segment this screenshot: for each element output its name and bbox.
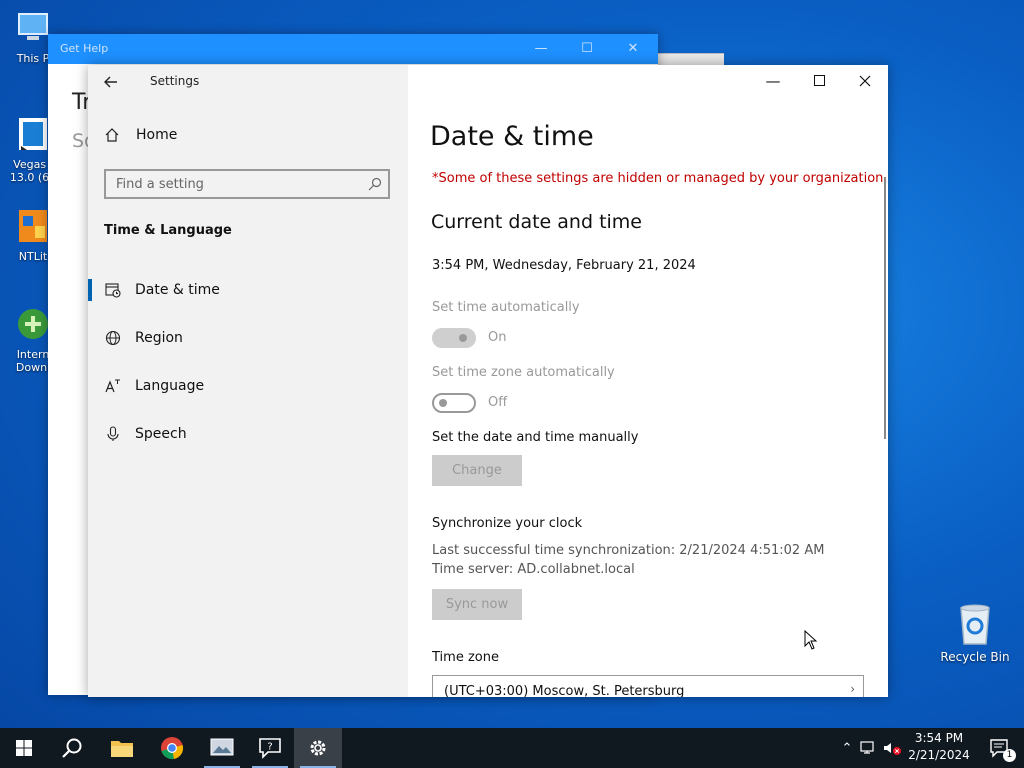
language-icon bbox=[105, 379, 120, 393]
clock-calendar-icon bbox=[105, 283, 121, 298]
manual-datetime-label: Set the date and time manually bbox=[432, 430, 639, 445]
minimize-button[interactable]: — bbox=[750, 65, 796, 97]
set-time-auto-state: On bbox=[488, 330, 507, 345]
home-label: Home bbox=[136, 127, 178, 143]
desktop-icon-recycle-bin[interactable]: Recycle Bin bbox=[938, 602, 1012, 664]
system-tray: ⌃ bbox=[838, 728, 902, 768]
home-icon bbox=[105, 128, 119, 142]
sidebar-item-region[interactable]: Region bbox=[88, 318, 408, 358]
back-arrow-icon bbox=[104, 76, 117, 88]
ntlite-icon bbox=[19, 210, 47, 242]
windows-logo-icon bbox=[16, 740, 32, 756]
chevron-up-icon[interactable]: ⌃ bbox=[838, 741, 856, 756]
globe-icon bbox=[105, 330, 121, 346]
timezone-label: Time zone bbox=[432, 650, 499, 665]
taskbar-file-explorer[interactable] bbox=[98, 728, 146, 768]
search-placeholder: Find a setting bbox=[116, 177, 204, 192]
notification-badge: 1 bbox=[1003, 749, 1016, 762]
minimize-icon[interactable]: — bbox=[518, 34, 564, 64]
managed-warning: *Some of these settings are hidden or ma… bbox=[432, 171, 888, 186]
current-datetime: 3:54 PM, Wednesday, February 21, 2024 bbox=[432, 258, 696, 273]
sidebar-item-label: Date & time bbox=[135, 282, 220, 298]
home-nav[interactable]: Home bbox=[104, 127, 177, 143]
taskbar-clock[interactable]: 3:54 PM 2/21/2024 bbox=[905, 730, 973, 764]
group-title: Time & Language bbox=[104, 223, 232, 238]
volume-muted-icon[interactable] bbox=[882, 740, 902, 756]
content-scrollbar[interactable] bbox=[884, 177, 886, 439]
clock-time: 3:54 PM bbox=[914, 731, 964, 745]
timezone-dropdown[interactable]: (UTC+03:00) Moscow, St. Petersburg › bbox=[432, 675, 864, 697]
close-icon[interactable]: ✕ bbox=[610, 34, 656, 64]
network-icon[interactable] bbox=[860, 740, 878, 756]
search-icon bbox=[62, 738, 82, 758]
app-title: Settings bbox=[150, 74, 200, 88]
sidebar-item-language[interactable]: Language bbox=[88, 366, 408, 406]
image-viewer-icon bbox=[210, 738, 234, 756]
sidebar-item-label: Region bbox=[135, 330, 183, 346]
set-timezone-auto-label: Set time zone automatically bbox=[432, 365, 615, 380]
back-button[interactable] bbox=[98, 69, 124, 95]
toggle-knob bbox=[459, 334, 467, 342]
recycle-bin-icon bbox=[960, 604, 990, 645]
taskbar-image-app[interactable] bbox=[198, 728, 246, 768]
time-server-text: Time server: AD.collabnet.local bbox=[432, 562, 635, 577]
sidebar-item-speech[interactable]: Speech bbox=[88, 414, 408, 454]
set-time-auto-label: Set time automatically bbox=[432, 300, 580, 315]
folder-icon bbox=[111, 741, 133, 757]
minimize-icon: — bbox=[765, 72, 781, 90]
page-title: Date & time bbox=[430, 121, 594, 152]
start-button[interactable] bbox=[0, 728, 48, 768]
sidebar-item-label: Language bbox=[135, 378, 205, 394]
help-chat-icon: ? bbox=[259, 738, 281, 759]
sidebar-item-date-time[interactable]: Date & time bbox=[88, 270, 408, 310]
microphone-icon bbox=[107, 426, 119, 441]
recycle-bin-label: Recycle Bin bbox=[940, 650, 1010, 664]
mouse-cursor-icon bbox=[804, 630, 818, 650]
taskbar-chrome[interactable] bbox=[148, 728, 196, 768]
set-timezone-auto-toggle[interactable] bbox=[432, 393, 476, 413]
sync-title: Synchronize your clock bbox=[432, 516, 583, 531]
set-timezone-auto-state: Off bbox=[488, 395, 508, 410]
action-center-button[interactable]: 1 bbox=[976, 728, 1024, 768]
search-input[interactable]: Find a setting bbox=[104, 169, 390, 199]
chevron-down-icon: › bbox=[850, 682, 855, 696]
close-button[interactable] bbox=[842, 65, 888, 97]
toggle-knob bbox=[439, 399, 447, 407]
settings-content: — Date & time *Some of these settings ar… bbox=[408, 65, 888, 697]
maximize-icon bbox=[813, 75, 825, 86]
close-icon bbox=[859, 75, 871, 87]
taskbar-settings[interactable] bbox=[294, 728, 342, 768]
computer-icon bbox=[18, 13, 48, 40]
vegas-icon bbox=[19, 118, 47, 150]
set-time-auto-toggle[interactable] bbox=[432, 328, 476, 348]
section-title: Current date and time bbox=[431, 211, 642, 233]
svg-text:?: ? bbox=[267, 742, 272, 753]
sidebar-item-label: Speech bbox=[135, 426, 187, 442]
get-help-title: Get Help bbox=[60, 42, 109, 55]
taskbar: ? ⌃ 3:54 PM 2/21/2024 1 bbox=[0, 728, 1024, 768]
search-icon bbox=[368, 177, 382, 191]
change-button[interactable]: Change bbox=[432, 455, 522, 486]
settings-sidebar: Settings Home Find a setting Time & Lang… bbox=[88, 65, 408, 697]
clock-date: 2/21/2024 bbox=[908, 748, 970, 762]
maximize-button[interactable] bbox=[796, 65, 842, 97]
timezone-value: (UTC+03:00) Moscow, St. Petersburg bbox=[444, 684, 685, 697]
taskbar-search-button[interactable] bbox=[48, 728, 96, 768]
last-sync-text: Last successful time synchronization: 2/… bbox=[432, 543, 825, 558]
sync-now-button[interactable]: Sync now bbox=[432, 589, 522, 620]
chrome-icon bbox=[161, 737, 184, 760]
taskbar-get-help[interactable]: ? bbox=[246, 728, 294, 768]
download-manager-icon bbox=[18, 309, 48, 339]
get-help-titlebar[interactable]: Get Help — ☐ ✕ bbox=[48, 34, 658, 64]
gear-icon bbox=[310, 740, 326, 756]
settings-window: Settings Home Find a setting Time & Lang… bbox=[88, 65, 888, 697]
maximize-icon[interactable]: ☐ bbox=[564, 34, 610, 64]
